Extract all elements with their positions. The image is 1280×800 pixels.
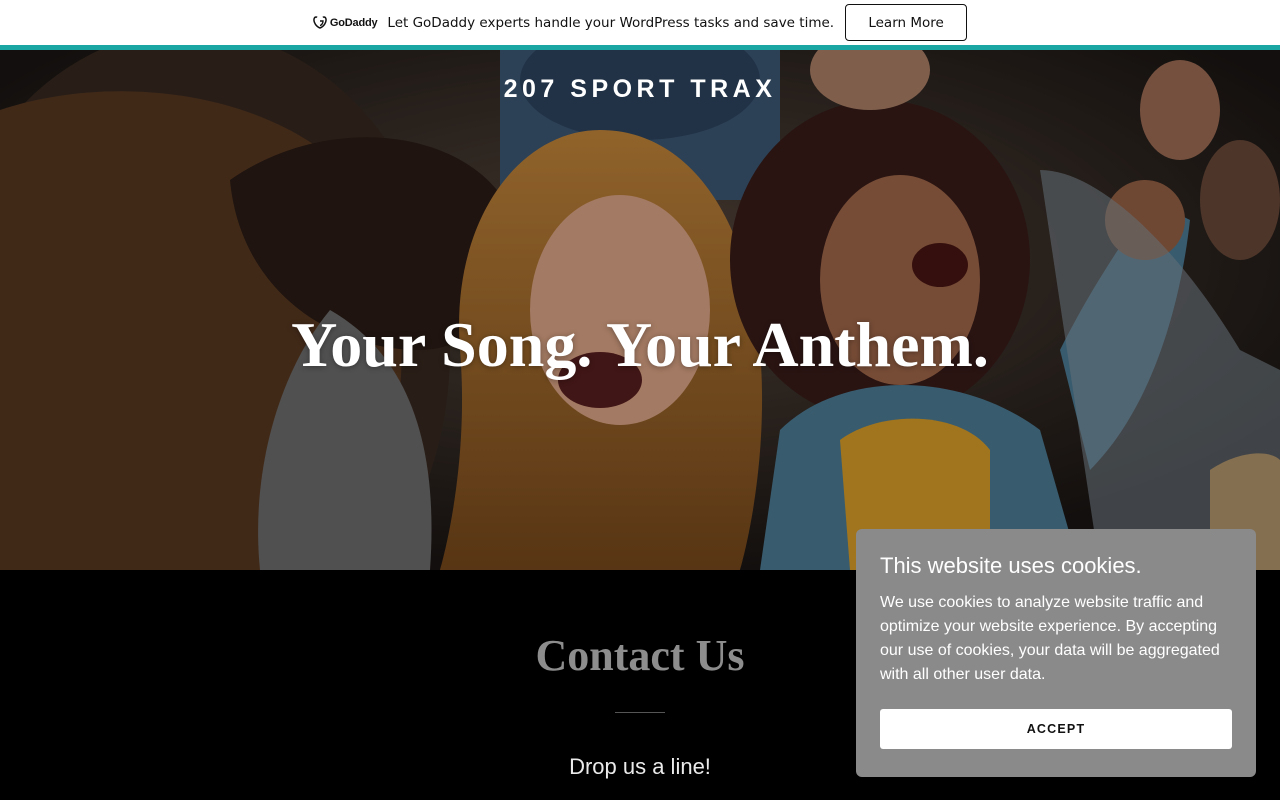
hero-section: 207 SPORT TRAX Your Song. Your Anthem. [0, 50, 1280, 570]
accept-cookies-button[interactable]: ACCEPT [880, 709, 1232, 749]
godaddy-logo-icon [313, 16, 327, 29]
cookie-dialog: This website uses cookies. We use cookie… [856, 529, 1256, 777]
promo-banner: GoDaddy Let GoDaddy experts handle your … [0, 0, 1280, 45]
cookie-message: We use cookies to analyze website traffi… [880, 594, 1220, 683]
learn-more-button[interactable]: Learn More [845, 4, 968, 41]
contact-divider [615, 712, 665, 713]
cookie-title: This website uses cookies. [880, 553, 1142, 578]
godaddy-logo: GoDaddy [313, 16, 378, 29]
hero-headline: Your Song. Your Anthem. [291, 309, 989, 380]
site-title[interactable]: 207 SPORT TRAX [0, 75, 1280, 104]
godaddy-logo-text: GoDaddy [329, 16, 378, 29]
promo-message: Let GoDaddy experts handle your WordPres… [387, 14, 835, 31]
